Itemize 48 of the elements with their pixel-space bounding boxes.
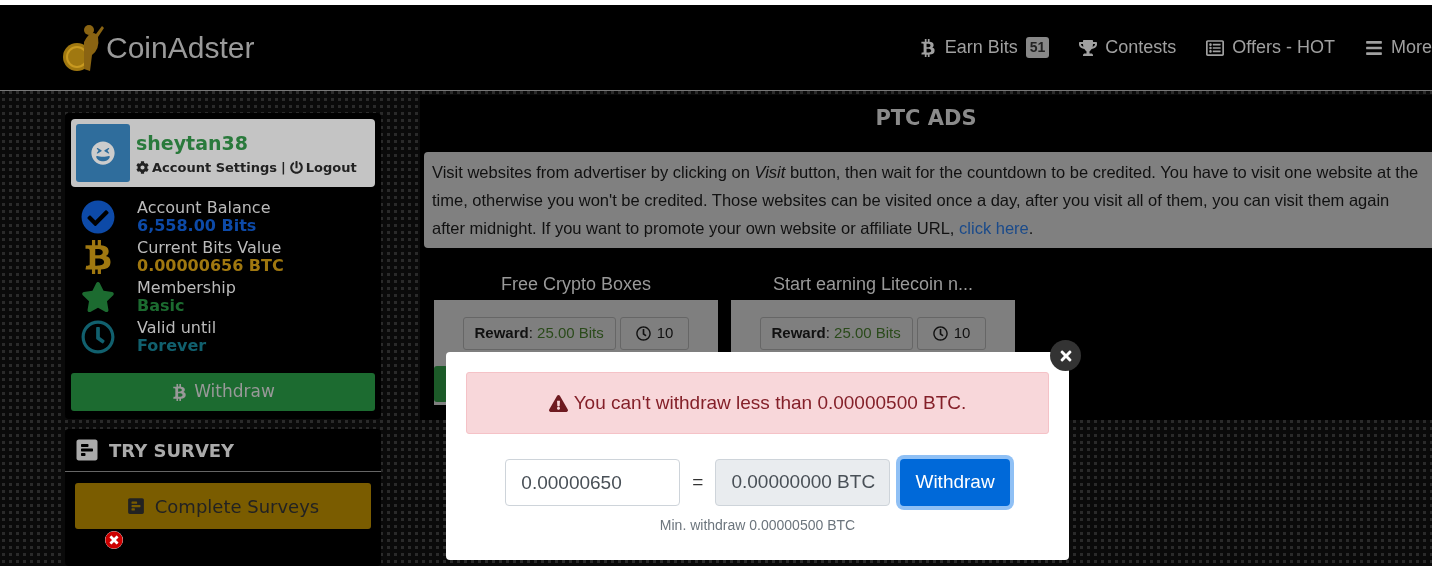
nav-link[interactable]: Contests <box>1079 34 1177 61</box>
count-badge: 51 <box>1025 37 1050 58</box>
stat-label: Current Bits Value <box>137 239 283 257</box>
ad-title: Free Crypto Boxes <box>499 272 653 296</box>
nav-link[interactable]: More <box>1365 34 1432 61</box>
nav-link[interactable]: Earn Bits 51 <box>918 34 1050 61</box>
logout-link[interactable]: Logout <box>289 157 357 177</box>
reward-badge: Reward: 25.00 Bits <box>462 316 616 350</box>
panel-title: TRY SURVEY <box>109 438 235 463</box>
bitcoin-icon <box>918 38 937 57</box>
survey-icon <box>126 497 145 515</box>
trophy-icon <box>1079 38 1098 57</box>
timer-badge: 10 <box>619 316 690 350</box>
stat-value: Forever <box>137 337 208 355</box>
stat-value: 6,558.00 Bits <box>137 217 258 235</box>
clock-icon <box>932 325 948 341</box>
star-icon <box>81 280 115 314</box>
survey-icon <box>75 438 99 462</box>
min-withdraw-hint: Min. withdraw 0.00000500 BTC <box>658 516 857 535</box>
stat-value: 0.00000656 BTC <box>137 257 284 275</box>
settings-icon <box>136 160 149 174</box>
separator: | <box>281 158 286 177</box>
logo-text: CoinAdster <box>106 30 255 66</box>
info-text: Visit websites from advertiser by clicking on Visit button, then wait for the countdown to be credited. You have to visit one website at the time, otherwise you won't be credited. Those websites can be visited once a day, after you visit all of them, you can visit them again after midnight. If you want to promote your own website or affiliate URL, click here. <box>424 151 1432 248</box>
stat-label: Valid until <box>137 319 217 337</box>
warning-icon <box>548 393 568 413</box>
clock-icon <box>635 325 651 341</box>
bitcoin-icon <box>171 383 189 401</box>
ad-title: Start earning Litecoin n... <box>771 272 975 296</box>
clock-icon <box>81 320 115 354</box>
reward-badge: Reward: 25.00 Bits <box>759 316 913 350</box>
amount-field[interactable]: 0.00000650 <box>505 459 681 506</box>
menu-icon <box>1365 38 1383 57</box>
list-icon <box>1206 38 1225 57</box>
close-icon[interactable] <box>105 531 123 549</box>
timer-badge: 10 <box>916 316 987 350</box>
account-settings-link[interactable]: Account Settings <box>136 157 278 177</box>
power-icon <box>289 160 303 174</box>
stat-label: Membership <box>137 279 236 297</box>
section-title: PTC ADS <box>874 105 978 132</box>
stat-value: Basic <box>137 297 186 315</box>
alert-text: You can't withdraw less than 0.00000500 BTC. <box>573 390 967 415</box>
equals-sign: = <box>691 470 705 495</box>
nav-link[interactable]: Offers - HOT <box>1206 34 1335 61</box>
username: sheytan38 <box>136 131 249 156</box>
smiley-icon <box>91 141 115 165</box>
btc-field: 0.00000000 BTC <box>715 459 891 506</box>
stat-label: Account Balance <box>137 199 271 217</box>
